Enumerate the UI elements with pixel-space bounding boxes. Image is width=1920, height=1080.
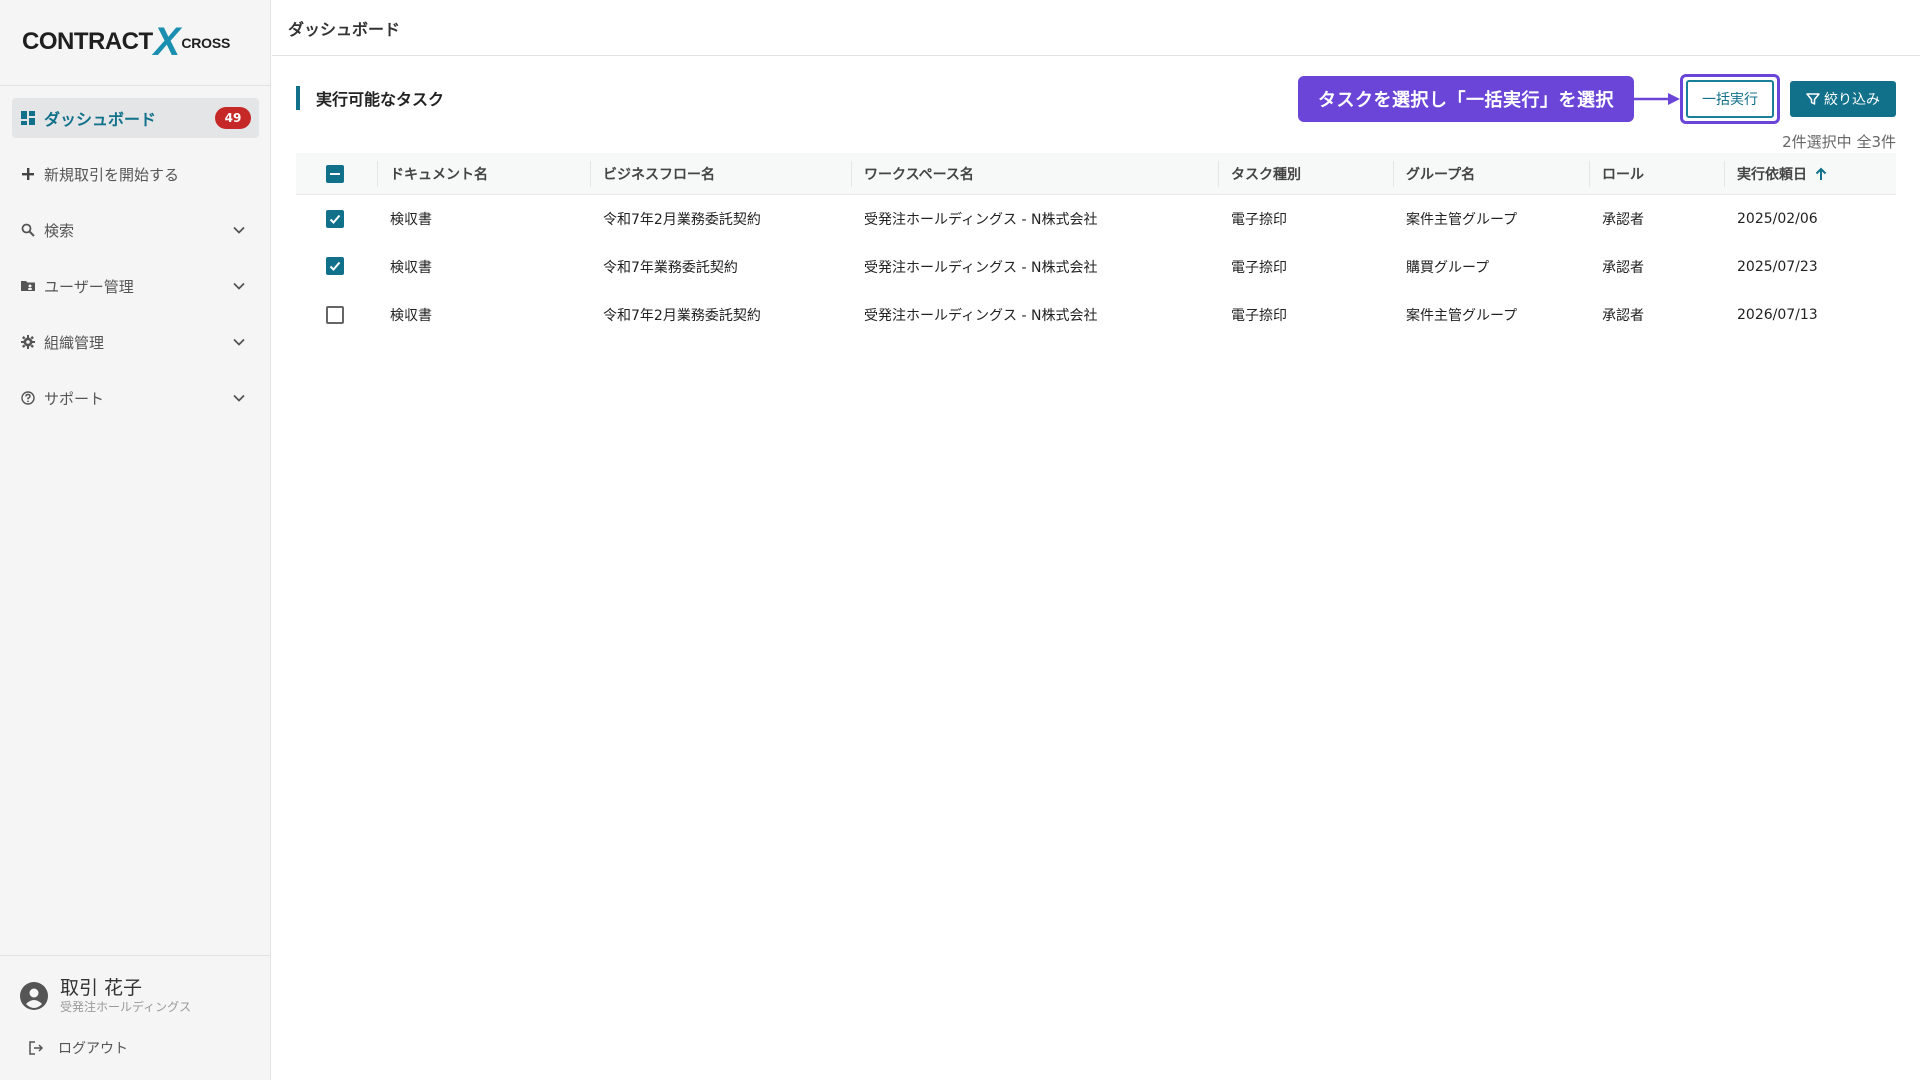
table-row[interactable]: 検収書 令和7年2月業務委託契約 受発注ホールディングス - N株式会社 電子捺…	[296, 195, 1896, 243]
sidebar: CONTRACT X CROSS ダッシュボード 49 新規取引を開始する 検索…	[0, 0, 271, 1080]
sidebar-divider	[0, 955, 271, 956]
column-header-group[interactable]: グループ名	[1392, 153, 1475, 195]
notification-badge: 49	[215, 107, 251, 129]
cell-date: 2025/07/23	[1737, 259, 1818, 275]
dashboard-icon	[20, 110, 36, 126]
plus-icon	[20, 166, 36, 182]
cell-flow: 令和7年業務委託契約	[603, 260, 738, 276]
column-header-workspace[interactable]: ワークスペース名	[851, 153, 974, 195]
sidebar-item-label: ユーザー管理	[44, 277, 134, 296]
cell-document: 検収書	[390, 212, 432, 228]
select-all-checkbox[interactable]	[326, 165, 344, 183]
cell-document: 検収書	[390, 308, 432, 324]
section-title: 実行可能なタスク	[316, 90, 445, 109]
app-logo[interactable]: CONTRACT X CROSS	[22, 20, 254, 64]
table-header: ドキュメント名 ビジネスフロー名 ワークスペース名 タスク種別 グループ名 ロー…	[296, 153, 1896, 195]
cell-document: 検収書	[390, 260, 432, 276]
app-root: CONTRACT X CROSS ダッシュボード 49 新規取引を開始する 検索…	[0, 0, 1920, 1080]
cell-task-type: 電子捺印	[1231, 212, 1287, 228]
gear-icon	[20, 334, 36, 350]
column-header-task-type[interactable]: タスク種別	[1218, 153, 1301, 195]
chevron-down-icon[interactable]	[231, 278, 247, 294]
selection-count: 2件選択中 全3件	[1782, 133, 1896, 151]
filter-button[interactable]: 絞り込み	[1790, 81, 1896, 117]
sidebar-item-label: 組織管理	[44, 333, 105, 352]
cell-group: 案件主管グループ	[1406, 212, 1518, 228]
sidebar-item-label: ダッシュボード	[44, 110, 157, 129]
logout-button[interactable]: ログアウト	[28, 1038, 128, 1058]
help-circle-icon	[20, 390, 36, 406]
sidebar-item-dashboard[interactable]: ダッシュボード 49	[12, 98, 259, 138]
cell-date: 2025/02/06	[1737, 211, 1818, 227]
chevron-down-icon[interactable]	[231, 390, 247, 406]
section-heading: 実行可能なタスク	[296, 86, 444, 110]
search-icon	[20, 222, 36, 238]
sidebar-item-label: サポート	[44, 389, 105, 408]
logo-text-x: X	[153, 20, 181, 64]
cell-flow: 令和7年2月業務委託契約	[603, 212, 761, 228]
sort-ascending-icon[interactable]	[1813, 166, 1829, 182]
sidebar-item-user-management[interactable]: ユーザー管理	[12, 266, 259, 306]
cell-task-type: 電子捺印	[1231, 260, 1287, 276]
callout-arrow-icon	[1634, 93, 1680, 105]
cell-flow: 令和7年2月業務委託契約	[603, 308, 761, 324]
cell-date: 2026/07/13	[1737, 307, 1818, 323]
column-header-date-label: 実行依頼日	[1737, 167, 1807, 183]
column-header-date[interactable]: 実行依頼日	[1724, 153, 1829, 195]
page-header: ダッシュボード	[272, 0, 1920, 56]
sidebar-item-org-management[interactable]: 組織管理	[12, 322, 259, 362]
sidebar-item-label: 新規取引を開始する	[44, 165, 180, 184]
cell-role: 承認者	[1602, 212, 1644, 228]
column-header-flow[interactable]: ビジネスフロー名	[590, 153, 715, 195]
user-profile[interactable]: 取引 花子 受発注ホールディングス	[20, 974, 260, 1018]
cell-role: 承認者	[1602, 260, 1644, 276]
user-org: 受発注ホールディングス	[60, 1000, 192, 1014]
page-title: ダッシュボード	[288, 19, 401, 39]
logout-icon	[29, 1041, 44, 1055]
check-icon	[329, 214, 341, 224]
sidebar-nav: ダッシュボード 49 新規取引を開始する 検索 ユーザー管理 組織管理 サポート	[0, 98, 271, 434]
logo-text-main: CONTRACT	[22, 28, 153, 55]
logo-text-sub: CROSS	[181, 35, 231, 51]
section-accent-bar	[296, 86, 300, 110]
chevron-down-icon[interactable]	[231, 222, 247, 238]
table-row[interactable]: 検収書 令和7年業務委託契約 受発注ホールディングス - N株式会社 電子捺印 …	[296, 243, 1896, 291]
sidebar-divider	[0, 85, 271, 86]
row-checkbox[interactable]	[326, 257, 344, 275]
chevron-down-icon[interactable]	[231, 334, 247, 350]
sidebar-item-support[interactable]: サポート	[12, 378, 259, 418]
cell-group: 案件主管グループ	[1406, 308, 1518, 324]
user-name: 取引 花子	[60, 977, 143, 999]
avatar-icon	[20, 982, 48, 1010]
cell-workspace: 受発注ホールディングス - N株式会社	[864, 212, 1098, 228]
table-row[interactable]: 検収書 令和7年2月業務委託契約 受発注ホールディングス - N株式会社 電子捺…	[296, 291, 1896, 339]
row-checkbox[interactable]	[326, 210, 344, 228]
folder-user-icon	[20, 278, 36, 294]
filter-icon	[1806, 93, 1820, 105]
cell-group: 購買グループ	[1406, 260, 1490, 276]
column-header-document[interactable]: ドキュメント名	[377, 153, 488, 195]
instruction-callout: タスクを選択し「一括実行」を選択	[1298, 76, 1634, 122]
cell-role: 承認者	[1602, 308, 1644, 324]
check-icon	[329, 261, 341, 271]
row-checkbox[interactable]	[326, 306, 344, 324]
column-header-role[interactable]: ロール	[1589, 153, 1644, 195]
cell-workspace: 受発注ホールディングス - N株式会社	[864, 308, 1098, 324]
cell-workspace: 受発注ホールディングス - N株式会社	[864, 260, 1098, 276]
filter-label: 絞り込み	[1824, 92, 1880, 108]
bulk-execute-button[interactable]: 一括実行	[1686, 80, 1774, 118]
sidebar-item-label: 検索	[44, 221, 75, 240]
sidebar-item-search[interactable]: 検索	[12, 210, 259, 250]
user-info: 取引 花子 受発注ホールディングス	[60, 977, 191, 1015]
tasks-table: ドキュメント名 ビジネスフロー名 ワークスペース名 タスク種別 グループ名 ロー…	[296, 153, 1896, 339]
sidebar-item-new-transaction[interactable]: 新規取引を開始する	[12, 154, 259, 194]
cell-task-type: 電子捺印	[1231, 308, 1287, 324]
logout-label: ログアウト	[58, 1041, 128, 1057]
